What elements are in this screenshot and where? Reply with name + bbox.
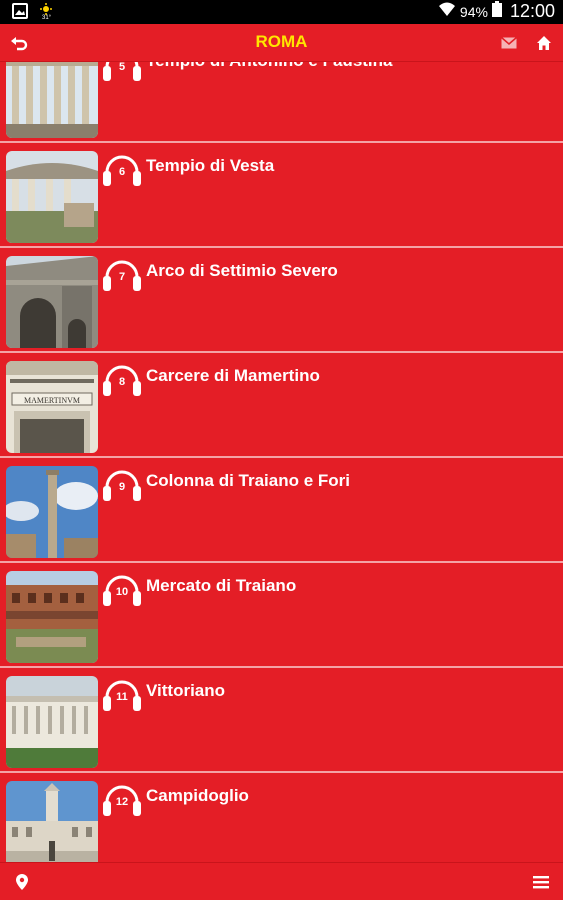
stop-number: 7 bbox=[118, 271, 126, 283]
list-item[interactable]: 5 Tempio di Antonino e Faustina bbox=[0, 62, 563, 143]
headphones-icon[interactable]: 7 bbox=[102, 259, 142, 293]
headphones-icon[interactable]: 6 bbox=[102, 154, 142, 188]
headphones-icon[interactable]: 5 bbox=[102, 62, 142, 83]
headphones-icon[interactable]: 8 bbox=[102, 364, 142, 398]
mail-icon[interactable] bbox=[499, 33, 519, 53]
thumbnail-image: MAMERTINVM bbox=[6, 361, 98, 453]
list-item[interactable]: 6 Tempio di Vesta bbox=[0, 145, 563, 248]
stop-title[interactable]: Colonna di Traiano e Fori bbox=[146, 471, 350, 491]
stop-number: 12 bbox=[115, 796, 129, 808]
weather-notification-icon: 31° bbox=[38, 3, 54, 24]
map-pin-icon[interactable] bbox=[13, 873, 31, 891]
thumbnail-image bbox=[6, 256, 98, 348]
list-item[interactable]: 11 Vittoriano bbox=[0, 670, 563, 773]
headphones-icon[interactable]: 12 bbox=[102, 784, 142, 818]
thumbnail-image bbox=[6, 676, 98, 768]
stop-number: 11 bbox=[116, 691, 128, 703]
status-bar: 31° 94% 12:00 bbox=[0, 0, 563, 24]
stop-title[interactable]: Carcere di Mamertino bbox=[146, 366, 320, 386]
stop-number: 6 bbox=[118, 166, 126, 178]
app-bar: ROMA bbox=[0, 24, 563, 62]
battery-percent: 94% bbox=[459, 3, 488, 20]
home-icon[interactable] bbox=[534, 33, 554, 53]
stop-title[interactable]: Mercato di Traiano bbox=[146, 576, 296, 596]
svg-text:31°: 31° bbox=[42, 15, 52, 19]
stop-number: 8 bbox=[118, 376, 126, 388]
stop-title[interactable]: Campidoglio bbox=[146, 786, 249, 806]
headphones-icon[interactable]: 11 bbox=[102, 679, 142, 713]
page-title: ROMA bbox=[255, 32, 308, 51]
stop-title[interactable]: Vittoriano bbox=[146, 681, 225, 701]
thumbnail-image bbox=[6, 151, 98, 243]
gallery-notification-icon bbox=[12, 3, 28, 24]
stop-title[interactable]: Tempio di Vesta bbox=[146, 156, 274, 176]
headphones-icon[interactable]: 9 bbox=[102, 469, 142, 503]
audio-guide-list[interactable]: 5 Tempio di Antonino e Faustina 6 Tempio… bbox=[0, 62, 563, 862]
stop-number: 5 bbox=[118, 62, 126, 73]
battery-icon bbox=[491, 1, 502, 22]
list-item[interactable]: 12 Campidoglio bbox=[0, 775, 563, 862]
list-item[interactable]: MAMERTINVM 8 Carcere di Mamertino bbox=[0, 355, 563, 458]
stop-title[interactable]: Tempio di Antonino e Faustina bbox=[146, 62, 393, 71]
stop-title[interactable]: Arco di Settimio Severo bbox=[146, 261, 338, 281]
stop-number: 9 bbox=[118, 481, 126, 493]
list-item[interactable]: 10 Mercato di Traiano bbox=[0, 565, 563, 668]
thumbnail-image bbox=[6, 571, 98, 663]
bottom-bar bbox=[0, 862, 563, 900]
thumbnail-image bbox=[6, 781, 98, 862]
list-item[interactable]: 7 Arco di Settimio Severo bbox=[0, 250, 563, 353]
thumbnail-image bbox=[6, 62, 98, 138]
stop-number: 10 bbox=[115, 586, 129, 598]
list-item[interactable]: 9 Colonna di Traiano e Fori bbox=[0, 460, 563, 563]
clock: 12:00 bbox=[509, 1, 555, 21]
thumbnail-image bbox=[6, 466, 98, 558]
thumbnail-caption: MAMERTINVM bbox=[24, 396, 80, 405]
menu-icon[interactable] bbox=[532, 873, 550, 891]
headphones-icon[interactable]: 10 bbox=[102, 574, 142, 608]
wifi-icon bbox=[438, 1, 456, 22]
